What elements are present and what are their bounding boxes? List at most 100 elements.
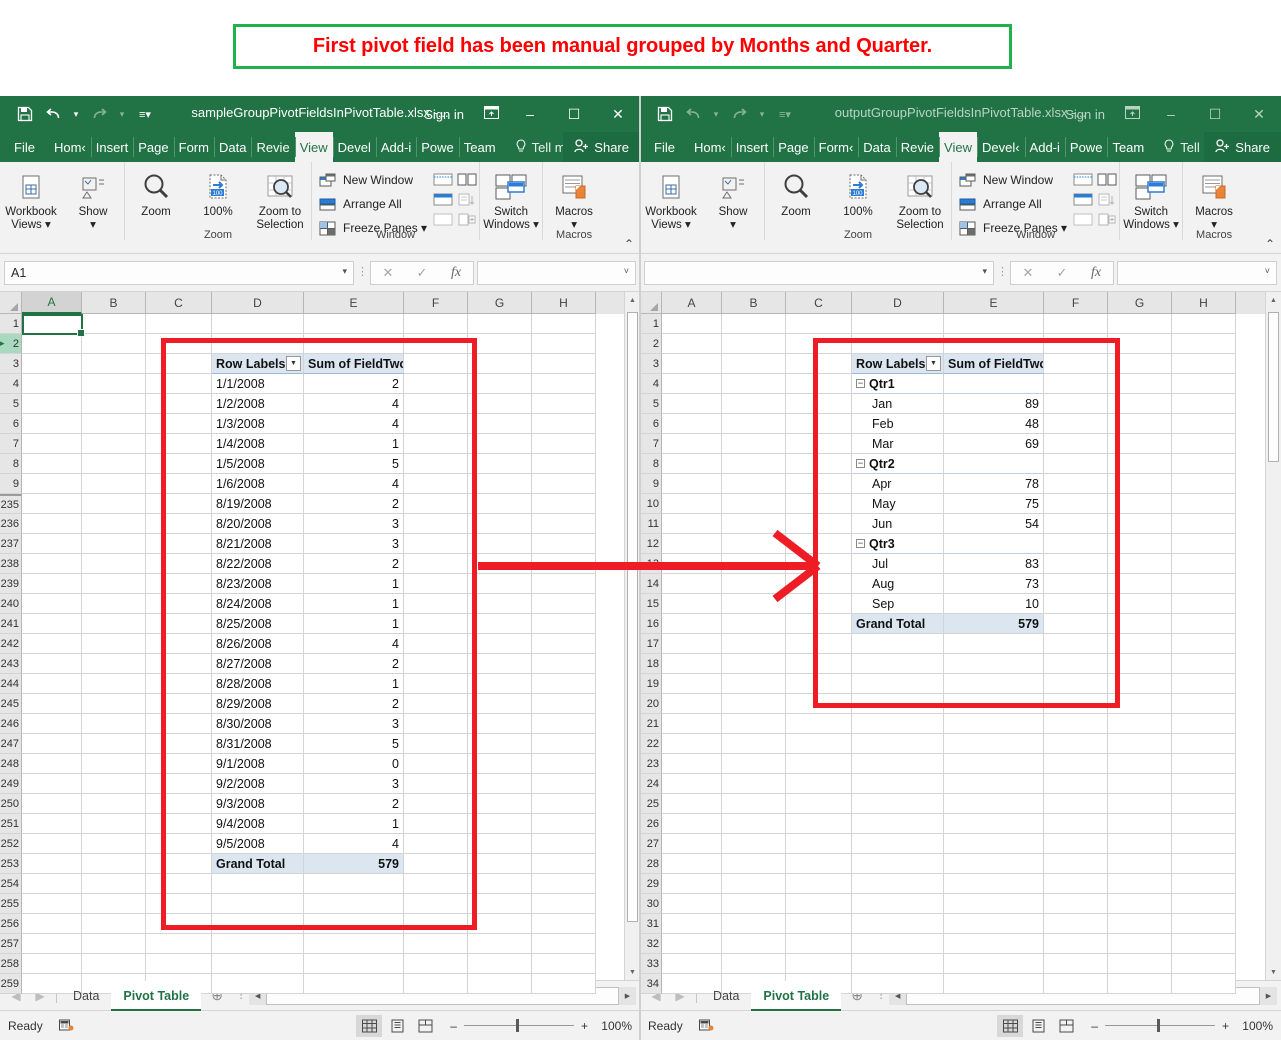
- cell-C257[interactable]: [146, 934, 212, 954]
- cell-F245[interactable]: [404, 694, 468, 714]
- cell-H8[interactable]: [532, 454, 596, 474]
- vertical-scrollbar[interactable]: ▲▼: [1265, 292, 1281, 980]
- cell-F257[interactable]: [404, 934, 468, 954]
- row-header-26[interactable]: 26: [640, 814, 662, 834]
- redo-icon[interactable]: [86, 101, 112, 127]
- cell-G259[interactable]: [468, 974, 532, 994]
- cell-G25[interactable]: [1108, 794, 1172, 814]
- row-header-249[interactable]: 249: [0, 774, 22, 794]
- zoom-slider[interactable]: –+: [450, 1019, 588, 1033]
- cell-C17[interactable]: [786, 634, 852, 654]
- cell-E13[interactable]: 83: [944, 554, 1044, 574]
- cell-C11[interactable]: [786, 514, 852, 534]
- ribbon-button-zoom-100[interactable]: 100100%: [827, 164, 889, 219]
- split-icon[interactable]: [1071, 171, 1095, 188]
- cell-H255[interactable]: [532, 894, 596, 914]
- ribbon-tab-devel[interactable]: Devel: [333, 132, 376, 162]
- cell-E1[interactable]: [304, 314, 404, 334]
- cell-A241[interactable]: [22, 614, 82, 634]
- cell-A32[interactable]: [662, 934, 722, 954]
- cell-F254[interactable]: [404, 874, 468, 894]
- cell-C10[interactable]: [786, 494, 852, 514]
- spreadsheet-grid[interactable]: ABCDEFGH123Row Labels▼Sum of FieldTwo4−Q…: [640, 292, 1281, 980]
- cell-B2[interactable]: [722, 334, 786, 354]
- cell-F242[interactable]: [404, 634, 468, 654]
- cell-H3[interactable]: [532, 354, 596, 374]
- ribbon-tab-insert[interactable]: Insert: [731, 132, 774, 162]
- cell-B243[interactable]: [82, 654, 146, 674]
- cell-G237[interactable]: [468, 534, 532, 554]
- split-icon[interactable]: [431, 171, 455, 188]
- cell-H29[interactable]: [1172, 874, 1236, 894]
- cell-C255[interactable]: [146, 894, 212, 914]
- cell-D259[interactable]: [212, 974, 304, 994]
- cell-E10[interactable]: 75: [944, 494, 1044, 514]
- page-break-icon[interactable]: [412, 1015, 438, 1037]
- row-header-247[interactable]: 247: [0, 734, 22, 754]
- cell-H248[interactable]: [532, 754, 596, 774]
- cell-F8[interactable]: [1044, 454, 1108, 474]
- row-header-5[interactable]: 5: [640, 394, 662, 414]
- cell-F4[interactable]: [1044, 374, 1108, 394]
- hide-icon[interactable]: [1071, 191, 1095, 208]
- cell-E243[interactable]: 2: [304, 654, 404, 674]
- cell-E5[interactable]: 89: [944, 394, 1044, 414]
- customize-qat-icon[interactable]: ≡▾: [132, 101, 158, 127]
- cell-F2[interactable]: [1044, 334, 1108, 354]
- cell-H33[interactable]: [1172, 954, 1236, 974]
- cell-D1[interactable]: [212, 314, 304, 334]
- cell-C7[interactable]: [786, 434, 852, 454]
- cell-A9[interactable]: [22, 474, 82, 494]
- cell-E255[interactable]: [304, 894, 404, 914]
- cell-B248[interactable]: [82, 754, 146, 774]
- cell-B8[interactable]: [82, 454, 146, 474]
- cell-D5[interactable]: Jan: [852, 394, 944, 414]
- cell-E9[interactable]: 4: [304, 474, 404, 494]
- cell-A244[interactable]: [22, 674, 82, 694]
- chevron-down-icon[interactable]: ▾: [342, 266, 347, 277]
- cell-F9[interactable]: [404, 474, 468, 494]
- ribbon-button-workbook-views[interactable]: WorkbookViews ▾: [640, 164, 702, 232]
- row-header-243[interactable]: 243: [0, 654, 22, 674]
- cell-H4[interactable]: [1172, 374, 1236, 394]
- cell-B7[interactable]: [82, 434, 146, 454]
- cell-E236[interactable]: 3: [304, 514, 404, 534]
- cell-F5[interactable]: [404, 394, 468, 414]
- cell-G8[interactable]: [468, 454, 532, 474]
- column-header-e[interactable]: E: [944, 292, 1044, 314]
- cell-B255[interactable]: [82, 894, 146, 914]
- cell-F26[interactable]: [1044, 814, 1108, 834]
- enter-formula-icon[interactable]: ✓: [1045, 265, 1079, 281]
- cell-F23[interactable]: [1044, 754, 1108, 774]
- cell-A251[interactable]: [22, 814, 82, 834]
- cell-H28[interactable]: [1172, 854, 1236, 874]
- cell-C244[interactable]: [146, 674, 212, 694]
- cell-E4[interactable]: 2: [304, 374, 404, 394]
- cell-D22[interactable]: [852, 734, 944, 754]
- cell-E31[interactable]: [944, 914, 1044, 934]
- cell-A237[interactable]: [22, 534, 82, 554]
- cell-D14[interactable]: Aug: [852, 574, 944, 594]
- undo-dropdown-icon[interactable]: ▾: [68, 101, 84, 127]
- ribbon-button-macros[interactable]: Macros▾: [543, 164, 605, 232]
- cell-B244[interactable]: [82, 674, 146, 694]
- ribbon-tab-revie[interactable]: Revie: [251, 132, 294, 162]
- row-header-7[interactable]: 7: [640, 434, 662, 454]
- cell-H17[interactable]: [1172, 634, 1236, 654]
- cell-H6[interactable]: [1172, 414, 1236, 434]
- row-header-251[interactable]: 251: [0, 814, 22, 834]
- redo-icon[interactable]: [726, 101, 752, 127]
- cell-G6[interactable]: [1108, 414, 1172, 434]
- ribbon-button-arrange-all[interactable]: Arrange All: [952, 193, 1071, 215]
- cell-F235[interactable]: [404, 494, 468, 514]
- cell-D8[interactable]: −Qtr2: [852, 454, 944, 474]
- ribbon-button-magnifier[interactable]: Zoom: [125, 164, 187, 219]
- cell-A2[interactable]: [22, 334, 82, 354]
- ribbon-tab-addi[interactable]: Add-i: [1025, 132, 1065, 162]
- cell-D256[interactable]: [212, 914, 304, 934]
- cell-F27[interactable]: [1044, 834, 1108, 854]
- cell-E247[interactable]: 5: [304, 734, 404, 754]
- cell-A5[interactable]: [22, 394, 82, 414]
- cell-F4[interactable]: [404, 374, 468, 394]
- cell-F238[interactable]: [404, 554, 468, 574]
